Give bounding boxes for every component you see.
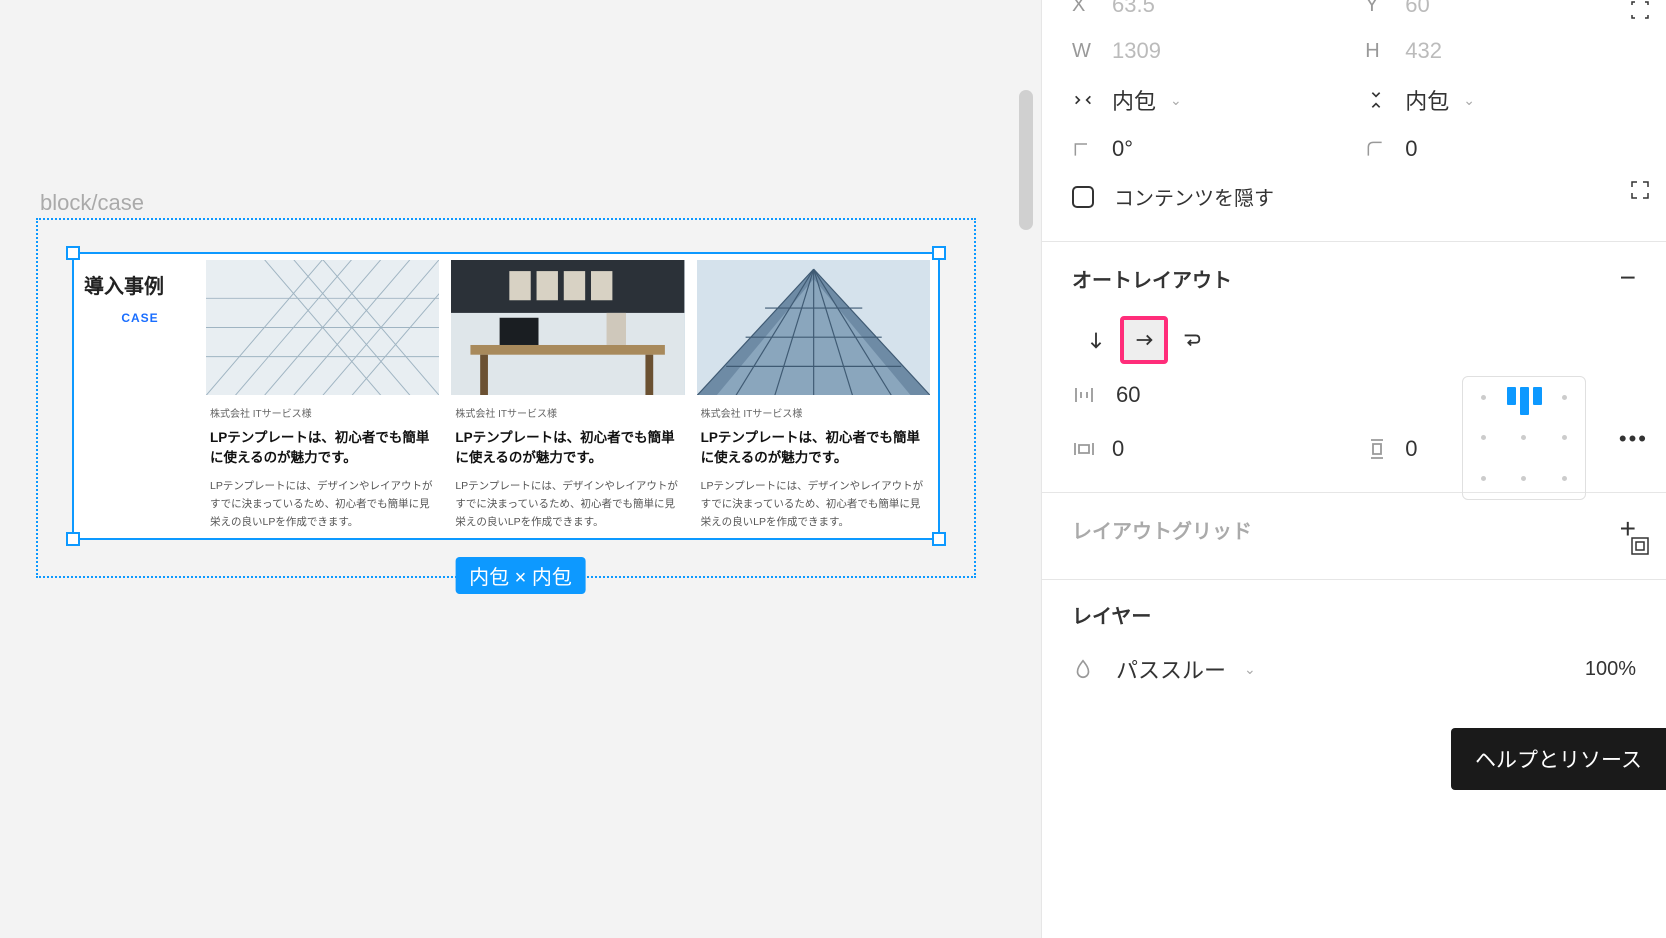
properties-panel: X 63.5 Y 60 W 1309 H 432 内包 ⌄ — [1041, 0, 1666, 938]
card-description: LPテンプレートには、デザインやレイアウトがすでに決まっているため、初心者でも簡… — [701, 478, 926, 532]
card-description: LPテンプレートには、デザインやレイアウトがすでに決まっているため、初心者でも簡… — [455, 478, 680, 532]
h-value: 432 — [1405, 38, 1442, 64]
y-value: 60 — [1405, 0, 1429, 18]
card-image — [451, 260, 684, 395]
case-subtitle: CASE — [84, 311, 196, 325]
case-card: 株式会社 ITサービス様 LPテンプレートは、初心者でも簡単に使えるのが魅力です… — [451, 260, 684, 532]
padding-horizontal-field[interactable]: 0 — [1072, 436, 1343, 462]
autolayout-direction-group — [1072, 316, 1216, 364]
chevron-down-icon: ⌄ — [1463, 92, 1475, 109]
frame-name-label[interactable]: block/case — [40, 190, 144, 216]
padding-horizontal-icon — [1072, 437, 1098, 461]
resize-handle-tl[interactable] — [66, 246, 80, 260]
resize-handle-bl[interactable] — [66, 532, 80, 546]
layer-title: レイヤー — [1072, 600, 1151, 629]
constrain-proportions-icon[interactable] — [1628, 0, 1652, 28]
independent-padding-icon[interactable] — [1628, 534, 1652, 564]
corner-radius-icon — [1365, 139, 1391, 159]
autolayout-more-button[interactable]: ••• — [1619, 426, 1648, 452]
card-heading: LPテンプレートは、初心者でも簡単に使えるのが魅力です。 — [210, 428, 435, 469]
case-cards-row: 株式会社 ITサービス様 LPテンプレートは、初心者でも簡単に使えるのが魅力です… — [206, 254, 938, 538]
hug-horizontal-icon — [1072, 89, 1098, 111]
h-resize-value: 内包 — [1112, 84, 1156, 116]
remove-autolayout-button[interactable]: − — [1620, 262, 1636, 294]
w-value: 1309 — [1112, 38, 1161, 64]
gap-value: 60 — [1116, 382, 1140, 408]
layout-grid-section-header[interactable]: レイアウトグリッド + — [1042, 509, 1666, 559]
help-tooltip: ヘルプとリソース — [1451, 728, 1666, 790]
card-image — [206, 260, 439, 395]
card-company: 株式会社 ITサービス様 — [210, 405, 435, 420]
layout-grid-title: レイアウトグリッド — [1072, 515, 1252, 544]
card-heading: LPテンプレートは、初心者でも簡単に使えるのが魅力です。 — [701, 428, 926, 469]
case-title: 導入事例 — [84, 270, 196, 299]
design-canvas[interactable]: block/case 導入事例 CASE 株式会社 ITサービス様 LPテンプレ… — [0, 0, 1041, 938]
hug-vertical-icon — [1365, 89, 1391, 111]
clip-content-toggle[interactable]: コンテンツを隠す — [1042, 172, 1666, 221]
rotation-icon — [1072, 139, 1098, 159]
direction-vertical-button[interactable] — [1072, 316, 1120, 364]
padding-h-value: 0 — [1112, 436, 1124, 462]
case-card: 株式会社 ITサービス様 LPテンプレートは、初心者でも簡単に使えるのが魅力です… — [206, 260, 439, 532]
card-company: 株式会社 ITサービス様 — [455, 405, 680, 420]
card-company: 株式会社 ITサービス様 — [701, 405, 926, 420]
blend-mode-icon — [1072, 658, 1098, 680]
horizontal-resizing-dropdown[interactable]: 内包 ⌄ — [1072, 84, 1343, 116]
autolayout-title: オートレイアウト — [1072, 264, 1232, 293]
y-label: Y — [1365, 0, 1391, 17]
independent-corners-icon[interactable] — [1628, 178, 1652, 208]
padding-vertical-icon — [1365, 437, 1391, 461]
chevron-down-icon: ⌄ — [1170, 92, 1182, 109]
gap-icon — [1072, 383, 1098, 407]
case-header: 導入事例 CASE — [74, 254, 206, 538]
width-field[interactable]: W 1309 — [1072, 38, 1343, 64]
v-resize-value: 内包 — [1405, 84, 1449, 116]
corner-radius-field[interactable]: 0 — [1365, 136, 1636, 162]
blend-mode-dropdown[interactable]: パススルー ⌄ 100% — [1042, 643, 1666, 695]
opacity-value[interactable]: 100% — [1585, 658, 1636, 681]
x-value: 63.5 — [1112, 0, 1155, 18]
clip-content-label: コンテンツを隠す — [1114, 182, 1274, 211]
padding-v-value: 0 — [1405, 436, 1417, 462]
corner-value: 0 — [1405, 136, 1417, 162]
case-block-content: 導入事例 CASE 株式会社 ITサービス様 LPテンプレートは、初心者でも簡単… — [74, 254, 938, 538]
blend-mode-value: パススルー — [1116, 653, 1226, 685]
card-description: LPテンプレートには、デザインやレイアウトがすでに決まっているため、初心者でも簡… — [210, 478, 435, 532]
vertical-resizing-dropdown[interactable]: 内包 ⌄ — [1365, 84, 1636, 116]
rotation-field[interactable]: 0° — [1072, 136, 1343, 162]
case-card: 株式会社 ITサービス様 LPテンプレートは、初心者でも簡単に使えるのが魅力です… — [697, 260, 930, 532]
selection-size-badge: 内包 × 内包 — [455, 557, 586, 594]
y-position-field[interactable]: Y 60 — [1365, 0, 1636, 18]
direction-horizontal-button[interactable] — [1120, 316, 1168, 364]
resize-handle-br[interactable] — [932, 532, 946, 546]
x-position-field[interactable]: X 63.5 — [1072, 0, 1343, 18]
canvas-scrollbar[interactable] — [1019, 90, 1033, 230]
direction-wrap-button[interactable] — [1168, 316, 1216, 364]
x-label: X — [1072, 0, 1098, 17]
alignment-grid[interactable] — [1462, 376, 1586, 500]
selected-frame[interactable]: 導入事例 CASE 株式会社 ITサービス様 LPテンプレートは、初心者でも簡単… — [72, 252, 940, 540]
layer-section-header: レイヤー — [1042, 596, 1666, 643]
resize-handle-tr[interactable] — [932, 246, 946, 260]
autolayout-section-header: オートレイアウト − — [1042, 258, 1666, 308]
checkbox-icon[interactable] — [1072, 186, 1094, 208]
h-label: H — [1365, 40, 1391, 63]
alignment-indicator-icon — [1507, 387, 1542, 415]
w-label: W — [1072, 40, 1098, 63]
height-field[interactable]: H 432 — [1365, 38, 1636, 64]
chevron-down-icon: ⌄ — [1244, 661, 1256, 678]
rotation-value: 0° — [1112, 136, 1133, 162]
card-image — [697, 260, 930, 395]
card-heading: LPテンプレートは、初心者でも簡単に使えるのが魅力です。 — [455, 428, 680, 469]
